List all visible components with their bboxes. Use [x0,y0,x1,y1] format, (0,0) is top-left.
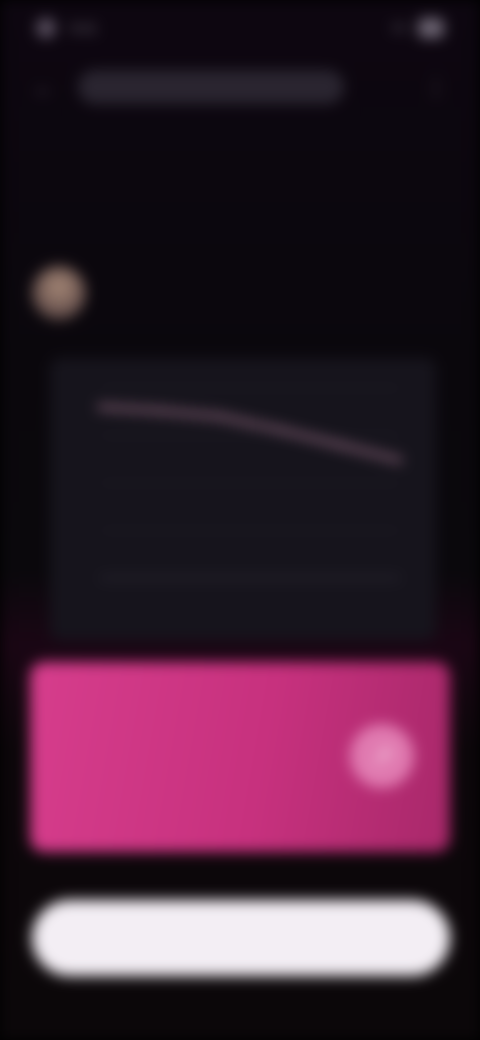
more-vert-icon[interactable]: ⋮ [422,74,450,102]
chart-point [338,443,342,447]
chart-point [218,414,222,419]
status-bar: 9:41 5G [0,0,480,56]
signal-icon: 5G [391,21,408,35]
screen: 9:41 5G ← ⋮ ↗ [0,0,480,1040]
address-bar[interactable] [78,70,344,104]
app-bar: ← ⋮ [0,60,480,116]
chart-point [98,405,102,409]
primary-action-button[interactable] [32,900,450,976]
notification-dot-icon [36,18,56,38]
avatar[interactable] [32,266,86,320]
battery-icon [418,18,444,38]
status-right: 5G [392,14,444,42]
chart-point [158,408,162,413]
back-arrow-icon[interactable]: ← [30,74,58,102]
chart-series-line [99,405,401,462]
chart-point [278,427,282,432]
status-left: 9:41 [36,14,97,42]
promo-card[interactable]: ↗ [30,662,450,852]
line-chart [98,387,402,579]
chart-card [50,358,436,640]
author-row [32,262,442,326]
chart-point [398,458,402,463]
arrow-icon[interactable]: ↗ [350,724,414,788]
status-time: 9:41 [70,20,98,36]
